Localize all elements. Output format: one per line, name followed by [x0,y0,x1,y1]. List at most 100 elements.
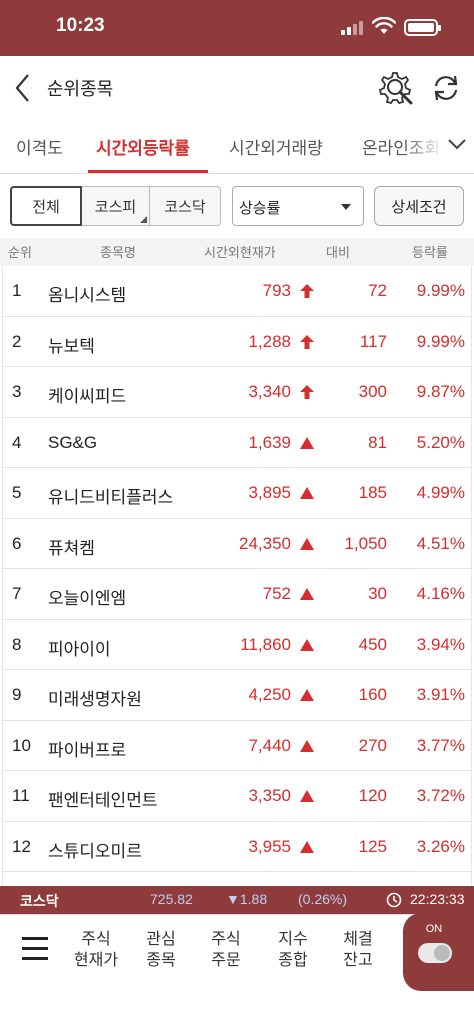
row-rank: 7 [12,584,22,603]
row-rate: 4.16% [416,584,465,603]
status-time: 10:23 [56,15,105,36]
row-name: 퓨쳐켐 [48,538,95,558]
row-diff: 117 [359,331,387,351]
table-row[interactable]: 10 파이버프로 7,440 270 3.77% [3,721,471,771]
row-rank: 8 [12,634,22,654]
table-row[interactable]: 6 퓨쳐켐 24,350 1,050 4.51% [3,519,471,569]
refresh-icon[interactable] [430,72,462,104]
ticker-index-rate: (0.26%) [298,891,348,907]
row-diff: 120 [358,786,387,805]
row-price: 793 [262,281,291,300]
nav-stock-order[interactable]: 주식 주문 [196,929,256,971]
market-kospi-label: 코스피 [94,198,137,216]
up-triangle-icon [300,537,314,550]
tab-after-hours-change[interactable]: 시간외등락률 [96,134,190,159]
detail-conditions-button[interactable]: 상세조건 [374,186,464,226]
wifi-icon [372,17,396,34]
filter-bar: 전체 코스피 코스닥 상승률 상세조건 [0,174,474,238]
hamburger-icon[interactable] [22,937,48,961]
row-price: 1,288 [248,331,291,351]
row-rank: 10 [12,735,31,755]
row-rate: 4.99% [416,483,465,502]
chevron-left-icon[interactable] [12,72,34,104]
col-price: 시간외현재가 [204,245,276,260]
table-row[interactable]: 5 유니드비티플러스 3,895 185 4.99% [3,468,471,519]
row-rank: 1 [12,281,22,300]
nav-stock-price[interactable]: 주식 현재가 [66,929,126,971]
col-name: 종목명 [100,245,136,260]
up-triangle-icon [300,588,314,600]
tab-disparity[interactable]: 이격도 [16,134,63,159]
row-rate: 9.87% [416,382,465,401]
nav-label-line1: 관심 [146,931,176,948]
nav-label-line2: 현재가 [73,952,119,969]
nav-index-overview[interactable]: 지수 종합 [263,929,323,971]
market-kosdaq-button[interactable]: 코스닥 [150,186,221,226]
status-bar: 10:23 [0,0,474,56]
row-rate: 9.99% [416,281,465,300]
sort-select[interactable]: 상승률 [232,186,364,226]
col-rank: 순위 [8,245,32,260]
nav-balance[interactable]: 체결 잔고 [328,929,388,971]
row-diff: 1,050 [344,533,387,553]
app-header: 순위종목 [0,56,474,118]
row-rank: 12 [12,836,31,856]
ranking-table: 1 옴니시스템 793 72 9.99% 2 뉴보텍 1,288 117 9.9… [2,266,472,886]
nav-label-line2: 잔고 [343,952,373,969]
toggle-panel: ON [403,913,474,991]
row-diff: 30 [368,584,387,603]
nav-label-line1: 지수 [278,931,308,948]
row-rate: 3.72% [416,786,465,805]
row-name: 케이씨피드 [48,387,127,406]
row-rate: 9.99% [416,331,465,351]
ticker-index-change: ▼1.88 [226,891,268,907]
row-rate: 3.26% [416,836,465,856]
index-ticker[interactable]: 코스닥 725.82 ▼1.88 (0.26%) 22:23:33 [0,886,474,914]
market-all-button[interactable]: 전체 [10,186,82,226]
row-diff: 160 [358,685,387,704]
ticker-index-name: 코스닥 [20,893,59,909]
nav-watchlist[interactable]: 관심 종목 [131,929,191,971]
table-row[interactable]: 12 스튜디오미르 3,955 125 3.26% [3,822,471,872]
table-row[interactable]: 4 SG&G 1,639 81 5.20% [3,418,471,468]
row-diff: 270 [358,735,387,755]
table-row[interactable]: 1 옴니시스템 793 72 9.99% [3,266,471,317]
table-row[interactable]: 9 미래생명자원 4,250 160 3.91% [3,670,471,721]
row-rank: 2 [12,331,22,351]
row-price: 1,639 [248,432,291,452]
tabs-more-button[interactable] [440,118,474,173]
row-price: 11,860 [240,634,291,654]
chevron-down-icon [448,139,466,150]
row-rank: 6 [12,533,22,553]
market-kospi-button[interactable]: 코스피 [82,186,150,226]
tab-after-hours-volume[interactable]: 시간외거래량 [229,134,323,159]
row-price: 3,350 [248,786,291,805]
row-price: 4,250 [248,685,291,704]
col-diff: 대비 [326,245,350,260]
corner-triangle-icon [140,216,147,223]
row-name: 옴니시스템 [48,286,127,305]
battery-icon [404,19,441,36]
table-row[interactable]: 8 피아이이 11,860 450 3.94% [3,620,471,670]
dropdown-caret-icon [341,204,351,210]
row-name: SG&G [48,432,98,452]
table-row[interactable]: 3 케이씨피드 3,340 300 9.87% [3,367,471,418]
toggle-knob [434,945,450,961]
gear-search-icon[interactable] [378,70,414,106]
row-rate: 5.20% [416,432,465,452]
table-row[interactable]: 2 뉴보텍 1,288 117 9.99% [3,317,471,367]
table-row[interactable]: 11 팬엔터테인먼트 3,350 120 3.72% [3,771,471,822]
ticker-index-value: 725.82 [150,891,193,907]
active-tab-indicator [88,170,208,173]
row-diff: 450 [358,634,387,654]
row-diff: 81 [368,432,387,452]
nav-label-line1: 주식 [211,931,241,948]
row-name: 팬엔터테인먼트 [48,791,158,810]
up-triangle-icon [300,436,314,449]
nav-label-line1: 주식 [81,931,111,948]
row-price: 24,350 [239,533,291,553]
row-rank: 9 [12,685,22,704]
on-off-toggle[interactable] [418,943,452,963]
table-row[interactable]: 7 오늘이엔엠 752 30 4.16% [3,569,471,620]
row-rank: 5 [12,483,22,502]
